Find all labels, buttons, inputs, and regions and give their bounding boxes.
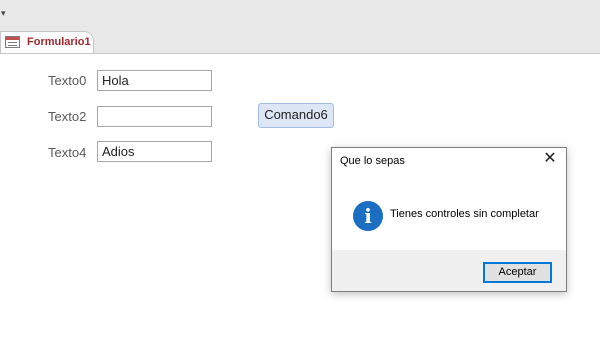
message-box-footer: Aceptar xyxy=(332,250,566,291)
info-icon: i xyxy=(353,201,383,231)
close-icon[interactable]: ✕ xyxy=(542,151,558,167)
field-label-texto2: Texto2 xyxy=(48,109,87,124)
title-bar: ▾ xyxy=(0,0,600,31)
tab-label: Formulario1 xyxy=(27,36,91,48)
message-text: Tienes controles sin completar xyxy=(390,208,539,220)
aceptar-button[interactable]: Aceptar xyxy=(483,262,552,283)
textbox-texto0[interactable]: Hola xyxy=(97,70,212,91)
field-label-texto0: Texto0 xyxy=(48,73,87,88)
message-box-title: Que lo sepas xyxy=(340,155,405,167)
form-icon xyxy=(5,36,20,48)
textbox-texto2[interactable] xyxy=(97,106,212,127)
field-label-texto4: Texto4 xyxy=(48,145,87,160)
textbox-texto4[interactable]: Adios xyxy=(97,141,212,162)
tab-formulario1[interactable]: Formulario1 xyxy=(0,31,94,53)
dropdown-arrow-icon[interactable]: ▾ xyxy=(1,8,6,18)
message-box: Que lo sepas ✕ i Tienes controles sin co… xyxy=(331,147,567,292)
comando6-button[interactable]: Comando6 xyxy=(258,103,334,128)
